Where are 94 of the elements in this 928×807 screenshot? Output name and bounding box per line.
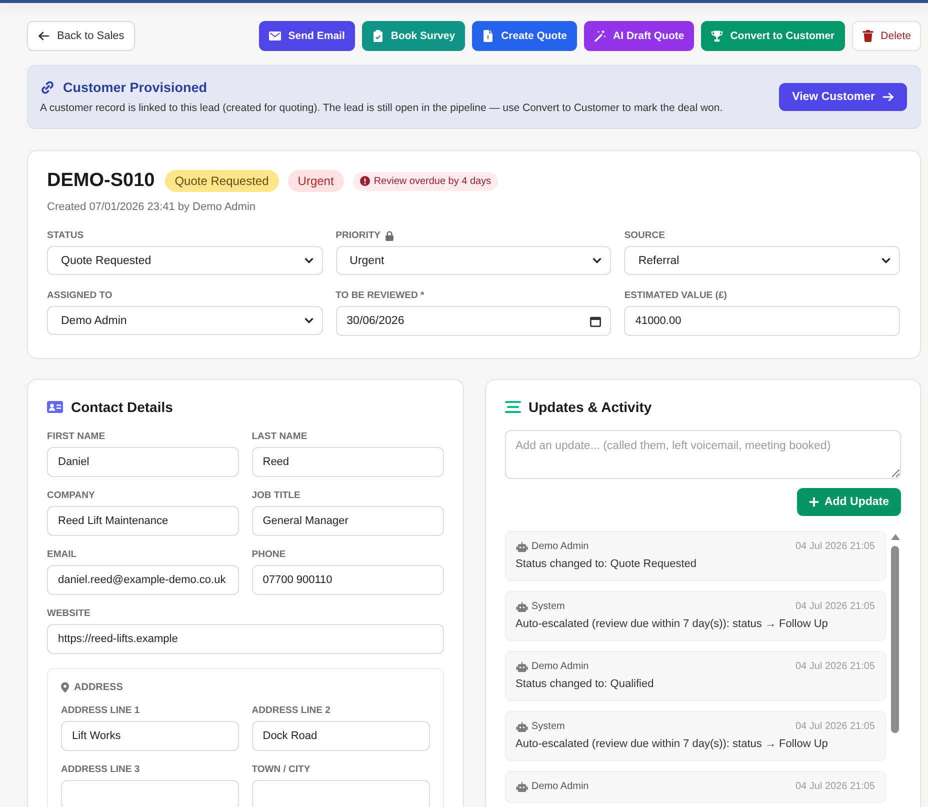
created-text: Created 07/01/2026 23:41 by Demo Admin — [47, 201, 257, 213]
entry-text: Status changed to: Qualified — [516, 678, 655, 690]
field-label: JOB TITLE — [252, 490, 300, 501]
panel-title: Updates & Activity — [528, 399, 652, 415]
magic-wand-icon — [594, 30, 606, 42]
author-name: Demo Admin — [532, 781, 589, 792]
field-label: ASSIGNED TO — [47, 290, 112, 301]
banner-text: A customer record is linked to this lead (created for quoting). The lead is still open in the pipeline — use Convert to Customer to mark the deal won. — [40, 102, 723, 114]
trash-icon — [862, 30, 874, 42]
date-field[interactable]: 30/06/2026 — [336, 306, 612, 336]
robot-icon — [516, 722, 528, 732]
timestamp: 04 Jul 2026 21:05 — [795, 781, 875, 792]
field-label: TOWN / CITY — [252, 764, 310, 775]
scroll-up-arrow-icon[interactable] — [890, 534, 900, 540]
text-input[interactable]: Reed — [252, 447, 444, 477]
exclamation-icon — [360, 176, 370, 186]
text-input[interactable]: General Manager — [252, 506, 444, 536]
field-label: FIRST NAME — [47, 431, 106, 442]
timestamp: 04 Jul 2026 21:05 — [795, 541, 875, 552]
overdue-text: Review overdue by 4 days — [374, 176, 492, 186]
text-input[interactable]: https://reed-lifts.example — [47, 624, 444, 654]
banner-title: Customer Provisioned — [63, 80, 208, 95]
field-label: EMAIL — [47, 549, 77, 560]
chevron-down-icon — [592, 257, 602, 264]
toolbar-button[interactable]: Create Quote — [472, 21, 578, 51]
calendar-icon — [590, 316, 602, 326]
toolbar-button[interactable]: Book Survey — [362, 21, 466, 51]
text-input[interactable] — [61, 780, 239, 807]
toolbar-button[interactable]: Send Email — [259, 21, 355, 51]
text-input[interactable]: Dock Road — [252, 721, 430, 751]
select-field[interactable]: Quote Requested — [47, 246, 323, 275]
chevron-down-icon — [304, 257, 314, 264]
list-icon — [504, 401, 520, 413]
robot-icon — [516, 662, 528, 672]
link-icon — [40, 80, 55, 95]
field-label: ESTIMATED VALUE (£) — [624, 290, 727, 301]
field-label: STATUS — [47, 230, 84, 241]
author-name: System — [532, 601, 565, 612]
text-input[interactable]: Reed Lift Maintenance — [47, 506, 239, 536]
text-input[interactable] — [252, 780, 430, 807]
document-icon — [482, 30, 494, 42]
field-label: ADDRESS LINE 2 — [252, 705, 330, 716]
entry-text: Auto-escalated (review due within 7 day(s)): status → Follow Up — [516, 738, 829, 750]
contact-card-icon — [47, 401, 63, 413]
toolbar-button[interactable]: Delete — [852, 21, 921, 51]
toolbar-button[interactable]: Convert to Customer — [701, 21, 845, 51]
text-input[interactable]: 07700 900110 — [252, 565, 444, 595]
chevron-down-icon — [880, 257, 891, 264]
field-label: SOURCE — [624, 230, 665, 241]
select-field[interactable]: Referral — [624, 246, 900, 275]
text-input[interactable]: daniel.reed@example-demo.co.uk — [47, 565, 239, 595]
view-customer-button[interactable]: View Customer — [779, 83, 907, 111]
field-label: TO BE REVIEWED * — [336, 290, 424, 301]
select-field[interactable]: Demo Admin — [47, 306, 323, 335]
field-label: LAST NAME — [252, 431, 308, 442]
address-heading: ADDRESS — [74, 682, 123, 693]
trophy-icon — [711, 30, 724, 42]
field-label: WEBSITE — [47, 608, 90, 619]
envelope-icon — [269, 30, 282, 42]
field-label: ADDRESS LINE 1 — [61, 705, 140, 716]
robot-icon — [516, 782, 528, 792]
entry-text: Status changed to: Quote Requested — [516, 558, 698, 570]
add-update-button[interactable]: Add Update — [797, 488, 901, 516]
status-badge: Quote Requested — [164, 170, 279, 192]
arrow-right-icon — [882, 91, 894, 103]
text-input[interactable]: Daniel — [47, 447, 239, 477]
robot-icon — [516, 542, 528, 552]
select-field[interactable]: Urgent — [336, 246, 612, 275]
text-input[interactable]: 41000.00 — [624, 306, 900, 336]
clipboard-check-icon — [372, 30, 384, 42]
scrollbar-thumb[interactable] — [891, 546, 899, 733]
arrow-left-icon — [38, 30, 50, 42]
lead-code: DEMO-S010 — [47, 170, 155, 192]
field-label: ADDRESS LINE 3 — [61, 764, 140, 775]
chevron-down-icon — [304, 317, 314, 324]
map-pin-icon — [61, 682, 69, 693]
timestamp: 04 Jul 2026 21:05 — [795, 721, 875, 732]
plus-icon — [809, 497, 820, 507]
author-name: Demo Admin — [532, 661, 589, 672]
author-name: Demo Admin — [532, 541, 589, 552]
field-label: PHONE — [252, 549, 286, 560]
panel-title: Contact Details — [71, 399, 173, 415]
back-button[interactable]: Back to Sales — [27, 21, 136, 51]
toolbar-button[interactable]: AI Draft Quote — [584, 21, 694, 51]
timestamp: 04 Jul 2026 21:05 — [795, 661, 875, 672]
priority-badge: Urgent — [288, 170, 344, 192]
author-name: System — [532, 721, 565, 732]
timestamp: 04 Jul 2026 21:05 — [795, 601, 875, 612]
robot-icon — [516, 602, 528, 612]
update-textarea[interactable]: Add an update... (called them, left voicemail, meeting booked) — [504, 430, 901, 479]
entry-text: Auto-escalated (review due within 7 day(s)): status → Follow Up — [516, 618, 829, 630]
field-label: COMPANY — [47, 490, 95, 501]
field-label: PRIORITY — [336, 230, 381, 241]
text-input[interactable]: Lift Works — [61, 721, 239, 751]
